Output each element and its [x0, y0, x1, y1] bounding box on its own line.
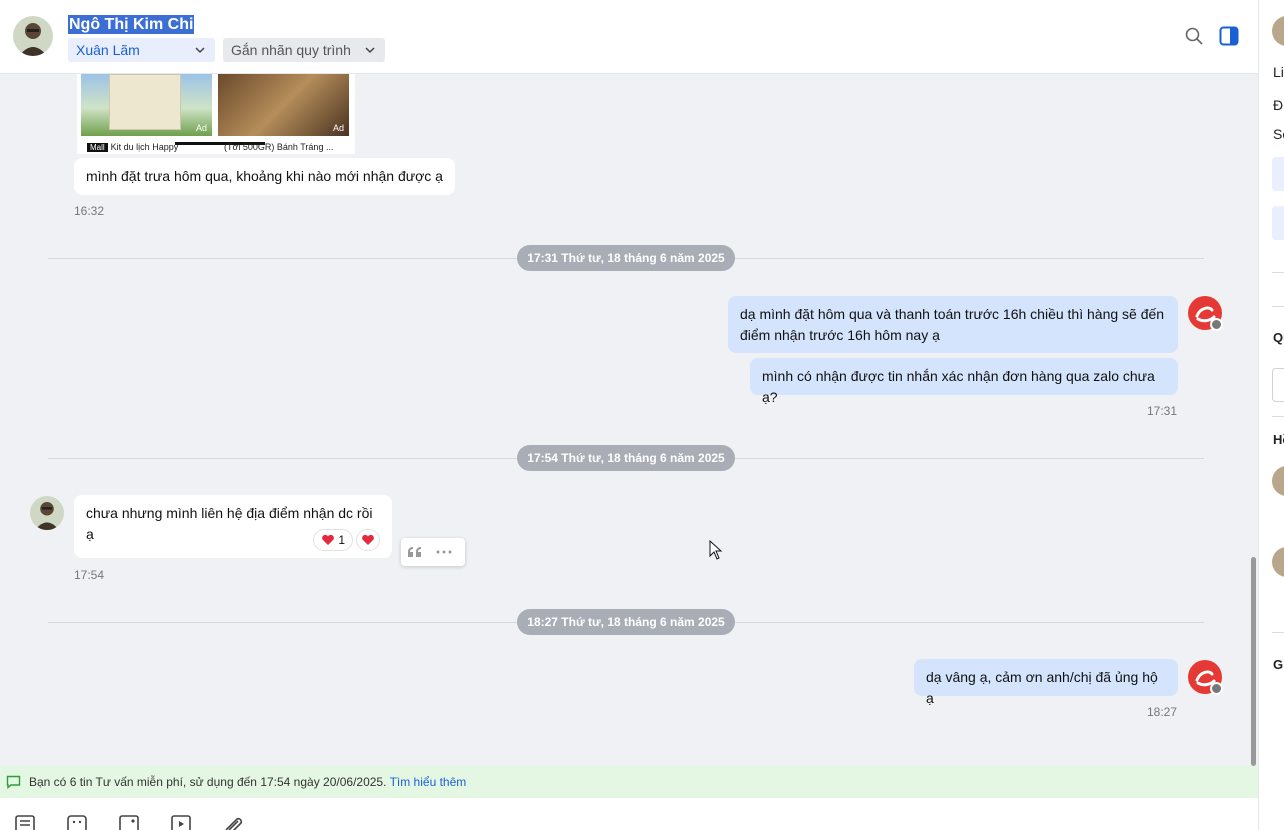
history-avatar[interactable]: [1272, 466, 1284, 496]
more-icon[interactable]: [436, 550, 452, 554]
date-separator: 18:27 Thứ tư, 18 tháng 6 năm 2025: [517, 609, 735, 635]
quote-icon[interactable]: [407, 546, 423, 558]
panel-divider: [1272, 272, 1284, 273]
panel-section-title: Hồ: [1273, 432, 1284, 447]
contact-avatar[interactable]: [1272, 16, 1284, 46]
reaction-count: 1: [338, 533, 346, 547]
status-dot: [1210, 682, 1223, 695]
panel-input[interactable]: [1272, 368, 1284, 402]
date-separator: 17:54 Thứ tư, 18 tháng 6 năm 2025: [517, 445, 735, 471]
chat-bubble-icon: [6, 775, 21, 789]
panel-divider: [1272, 632, 1284, 633]
panel-field[interactable]: [1272, 206, 1284, 240]
chevron-down-icon: [195, 47, 205, 54]
preview-caption: Mall Kit du lịch Happy: [87, 142, 178, 152]
mouse-cursor-icon: [709, 540, 723, 560]
chevron-down-icon: [365, 47, 375, 54]
composer-toolbar: [0, 798, 1258, 830]
brand-avatar: [1188, 660, 1223, 695]
date-separator: 17:31 Thứ tư, 18 tháng 6 năm 2025: [517, 245, 735, 271]
history-avatar[interactable]: [1272, 547, 1284, 577]
heart-icon: [322, 534, 334, 545]
panel-label: Số: [1273, 126, 1284, 142]
panel-field[interactable]: [1272, 157, 1284, 191]
panel-label: Đị: [1273, 97, 1284, 113]
status-dot: [1210, 318, 1223, 331]
message-time: 16:32: [74, 204, 105, 218]
process-label-dropdown[interactable]: Gắn nhãn quy trình: [223, 38, 385, 62]
reaction-badge[interactable]: 1: [313, 529, 353, 551]
preview-caption: (Tới 500GR) Bánh Tráng ...: [224, 142, 334, 152]
message-outgoing[interactable]: mình có nhận được tin nhắn xác nhận đơn …: [750, 358, 1178, 405]
contact-avatar[interactable]: [13, 16, 53, 56]
process-label-text: Gắn nhãn quy trình: [231, 42, 351, 58]
message-time: 17:31: [1147, 404, 1178, 418]
customer-info-panel: Li Đị Số Qu Hồ Gl: [1258, 0, 1284, 830]
learn-more-link[interactable]: Tìm hiểu thêm: [390, 775, 467, 789]
mall-badge: Mall: [87, 143, 108, 152]
ad-label: Ad: [195, 123, 207, 133]
message-outgoing[interactable]: dạ vâng ạ, cảm ơn anh/chị đã ủng hộ ạ: [914, 659, 1178, 706]
chat-header: Ngô Thị Kim Chi Xuân Lãm Gắn nhãn quy tr…: [0, 0, 1258, 74]
image-icon[interactable]: [118, 814, 140, 830]
panel-label: Li: [1273, 64, 1284, 80]
heart-icon: [362, 534, 374, 545]
panel-divider: [1272, 416, 1284, 417]
product-thumbnail: Ad: [218, 74, 349, 136]
add-reaction-button[interactable]: [356, 529, 380, 551]
message-time: 18:27: [1147, 705, 1178, 719]
panel-section-title: Gl: [1273, 657, 1284, 672]
contact-name: Ngô Thị Kim Chi: [68, 15, 195, 34]
chat-scrollbar[interactable]: [1251, 557, 1256, 766]
assignee-dropdown[interactable]: Xuân Lãm: [68, 38, 215, 62]
sticker-icon[interactable]: [66, 814, 88, 830]
product-thumbnail: Ad: [81, 74, 212, 136]
ad-label: Ad: [332, 123, 344, 133]
message-incoming[interactable]: mình đặt trưa hôm qua, khoảng khi nào mớ…: [74, 158, 455, 195]
caption-text: Kit du lịch Happy: [110, 142, 179, 152]
search-icon[interactable]: [1185, 27, 1203, 45]
contact-avatar[interactable]: [30, 496, 64, 530]
link-preview-card[interactable]: Ad Ad Mall Kit du lịch Happy (Tới 500GR) …: [77, 74, 355, 154]
attachment-icon[interactable]: [222, 814, 244, 830]
toggle-panel-icon[interactable]: [1219, 26, 1239, 46]
message-time: 17:54: [74, 568, 105, 582]
free-message-notice: Bạn có 6 tin Tư vấn miễn phí, sử dụng đế…: [0, 766, 1258, 798]
panel-section-title: Qu: [1273, 330, 1284, 345]
assignee-label: Xuân Lãm: [76, 42, 140, 58]
panel-divider: [1272, 306, 1284, 307]
notice-text: Bạn có 6 tin Tư vấn miễn phí, sử dụng đế…: [29, 775, 387, 789]
brand-avatar: [1188, 296, 1223, 331]
template-icon[interactable]: [14, 814, 36, 830]
video-icon[interactable]: [170, 814, 192, 830]
message-outgoing[interactable]: dạ mình đặt hôm qua và thanh toán trước …: [728, 296, 1178, 353]
message-actions: [401, 538, 465, 566]
